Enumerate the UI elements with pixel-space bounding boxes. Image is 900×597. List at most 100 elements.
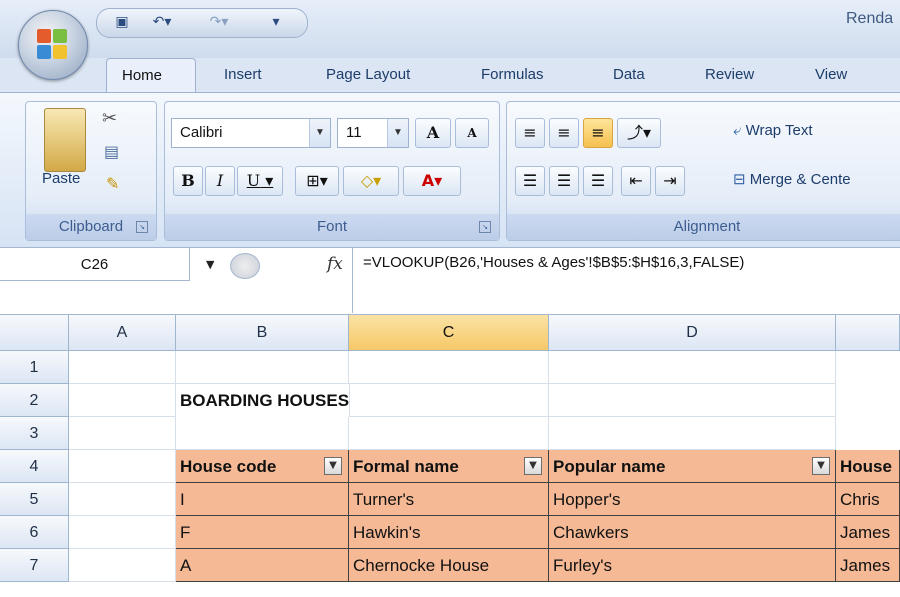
paste-icon[interactable] xyxy=(44,108,86,172)
fill-color-icon[interactable]: ◇▾ xyxy=(343,166,399,196)
align-center-icon[interactable]: ☰ xyxy=(549,166,579,196)
align-top-icon[interactable]: ≡ xyxy=(515,118,545,148)
merge-center-icon: ⊟ xyxy=(733,171,750,188)
ribbon: Paste ✂ ▤ ✎ Clipboard ↘ Calibri ▼ 11 ▼ A… xyxy=(0,92,900,247)
redo-icon[interactable]: ↷▾ xyxy=(200,12,238,32)
column-header-e[interactable] xyxy=(836,315,900,351)
table-cell[interactable]: Chawkers xyxy=(549,516,836,549)
tab-home[interactable]: Home xyxy=(106,58,196,92)
align-right-icon[interactable]: ☰ xyxy=(583,166,613,196)
column-header-d[interactable]: D xyxy=(549,315,836,351)
office-button[interactable] xyxy=(18,10,88,80)
row-header-7[interactable]: 7 xyxy=(0,549,69,582)
table-header-house[interactable]: House xyxy=(836,450,900,483)
shrink-font-button[interactable]: A xyxy=(455,118,489,148)
tab-insert[interactable]: Insert xyxy=(224,66,262,83)
grid-cell[interactable] xyxy=(549,351,836,384)
orientation-icon[interactable]: ⤴▾ xyxy=(617,118,661,148)
table-cell[interactable]: Hopper's xyxy=(549,483,836,516)
row-header-1[interactable]: 1 xyxy=(0,351,69,384)
grid-cell[interactable] xyxy=(176,351,349,384)
row-header-2[interactable]: 2 xyxy=(0,384,69,417)
row-header-3[interactable]: 3 xyxy=(0,417,69,450)
filter-dropdown-icon[interactable]: ▼ xyxy=(524,457,542,475)
undo-icon[interactable]: ↶▾ xyxy=(147,12,177,32)
underline-button[interactable]: U ▾ xyxy=(237,166,283,196)
table-cell[interactable]: F xyxy=(176,516,349,549)
tab-review[interactable]: Review xyxy=(705,66,754,83)
grid-cell[interactable] xyxy=(349,384,549,417)
select-all-corner[interactable] xyxy=(0,315,69,351)
grid-cell[interactable] xyxy=(176,417,349,450)
paste-button[interactable]: Paste xyxy=(42,170,80,187)
table-cell[interactable]: Hawkin's xyxy=(349,516,549,549)
italic-button[interactable]: I xyxy=(205,166,235,196)
decrease-indent-icon[interactable]: ⇤ xyxy=(621,166,651,196)
formula-input[interactable]: =VLOOKUP(B26,'Houses & Ages'!$B$5:$H$16,… xyxy=(352,248,900,313)
grid-cell[interactable] xyxy=(69,483,176,516)
wrap-text-button[interactable]: ⤶ Wrap Text xyxy=(733,122,813,139)
table-cell[interactable]: Chris xyxy=(836,483,900,516)
grid-cell[interactable] xyxy=(69,450,176,483)
font-size-combo[interactable]: 11 ▼ xyxy=(337,118,409,148)
font-name-combo[interactable]: Calibri ▼ xyxy=(171,118,331,148)
font-name-dropdown-icon[interactable]: ▼ xyxy=(309,119,330,147)
grid-cell[interactable] xyxy=(69,549,176,582)
tab-view[interactable]: View xyxy=(815,66,847,83)
grid-cell[interactable] xyxy=(69,384,176,417)
grid-cell[interactable] xyxy=(69,417,176,450)
column-header-b[interactable]: B xyxy=(176,315,349,351)
name-box[interactable]: C26 xyxy=(0,248,190,281)
align-left-icon[interactable]: ☰ xyxy=(515,166,545,196)
column-header-c[interactable]: C xyxy=(349,315,549,351)
insert-function-icon[interactable]: fx xyxy=(327,254,343,274)
table-cell[interactable]: A xyxy=(176,549,349,582)
cut-icon[interactable]: ✂ xyxy=(102,108,117,129)
increase-indent-icon[interactable]: ⇥ xyxy=(655,166,685,196)
row-header-6[interactable]: 6 xyxy=(0,516,69,549)
table-cell[interactable]: James xyxy=(836,516,900,549)
row-header-5[interactable]: 5 xyxy=(0,483,69,516)
office-logo-icon xyxy=(37,29,69,61)
format-painter-icon[interactable]: ✎ xyxy=(106,174,119,193)
font-launcher-icon[interactable]: ↘ xyxy=(479,221,491,233)
tab-page-layout[interactable]: Page Layout xyxy=(326,66,410,83)
tab-formulas[interactable]: Formulas xyxy=(481,66,544,83)
table-header-popular-name[interactable]: Popular name xyxy=(549,450,836,483)
formula-bar-resize-icon[interactable] xyxy=(230,253,260,279)
font-size-dropdown-icon[interactable]: ▼ xyxy=(387,119,408,147)
grid-cell[interactable] xyxy=(549,417,836,450)
table-cell[interactable]: Chernocke House xyxy=(349,549,549,582)
row-header-4[interactable]: 4 xyxy=(0,450,69,483)
underline-label: U xyxy=(246,171,261,190)
formula-bar: C26 ▼ fx =VLOOKUP(B26,'Houses & Ages'!$B… xyxy=(0,247,900,315)
table-cell[interactable]: Turner's xyxy=(349,483,549,516)
table-header-formal-name[interactable]: Formal name xyxy=(349,450,549,483)
sheet-title[interactable]: BOARDING HOUSES xyxy=(176,384,349,417)
grid-cell[interactable] xyxy=(549,384,836,417)
name-box-dropdown-icon[interactable]: ▼ xyxy=(206,258,214,271)
clipboard-launcher-icon[interactable]: ↘ xyxy=(136,221,148,233)
column-header-a[interactable]: A xyxy=(69,315,176,351)
font-color-icon[interactable]: A▾ xyxy=(403,166,461,196)
borders-icon[interactable]: ⊞▾ xyxy=(295,166,339,196)
align-middle-icon[interactable]: ≡ xyxy=(549,118,579,148)
grid-cell[interactable] xyxy=(69,516,176,549)
customize-icon[interactable]: ▾ xyxy=(267,12,285,32)
merge-center-button[interactable]: ⊟ Merge & Cente xyxy=(733,170,851,188)
tab-data[interactable]: Data xyxy=(613,66,645,83)
table-cell[interactable]: Furley's xyxy=(549,549,836,582)
bold-button[interactable]: B xyxy=(173,166,203,196)
align-bottom-icon[interactable]: ≡ xyxy=(583,118,613,148)
filter-dropdown-icon[interactable]: ▼ xyxy=(812,457,830,475)
grid-cell[interactable] xyxy=(349,351,549,384)
grid-cell[interactable] xyxy=(349,417,549,450)
filter-dropdown-icon[interactable]: ▼ xyxy=(324,457,342,475)
save-icon[interactable]: ▣ xyxy=(111,12,133,32)
worksheet-grid: A B C D 1 2 3 4 5 6 7 BOARDING HOUSES Ho… xyxy=(0,315,900,597)
grow-font-button[interactable]: A xyxy=(415,118,451,148)
table-cell[interactable]: I xyxy=(176,483,349,516)
grid-cell[interactable] xyxy=(69,351,176,384)
copy-icon[interactable]: ▤ xyxy=(104,142,119,161)
table-cell[interactable]: James xyxy=(836,549,900,582)
